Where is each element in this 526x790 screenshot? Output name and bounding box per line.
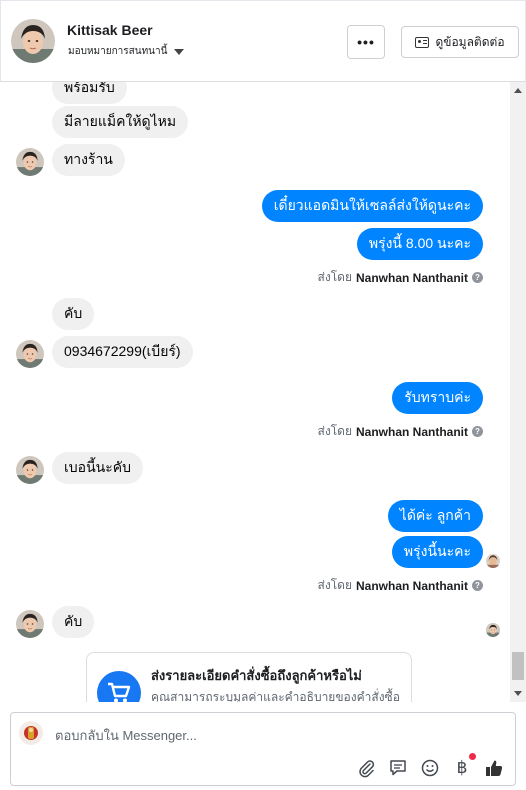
- assign-label: มอบหมายการสนทนานี้: [68, 46, 168, 57]
- reply-input[interactable]: [55, 725, 435, 745]
- message-text: คับ: [64, 613, 83, 629]
- order-card-title: ส่งรายละเอียดคำสั่งซื้อถึงลูกค้าหรือไม่: [151, 668, 362, 683]
- message-bubble-outgoing[interactable]: เดี๋ยวแอดมินให้เซลล์ส่งให้ดูนะคะ: [261, 190, 483, 222]
- sent-by-prefix: ส่งโดย: [317, 270, 352, 284]
- message-bubble-incoming[interactable]: พร้อมรับ: [52, 82, 127, 104]
- contact-avatar-small[interactable]: [16, 610, 44, 638]
- message-bubble-incoming[interactable]: 0934672299(เบียร์): [52, 336, 193, 368]
- reply-composer: ฿: [10, 712, 516, 786]
- scroll-up-icon[interactable]: [514, 88, 522, 93]
- contact-name[interactable]: Kittisak Beer: [67, 22, 153, 38]
- question-icon[interactable]: ?: [472, 272, 483, 283]
- sent-by-name: Nanwhan Nanthanit: [355, 578, 468, 593]
- message-bubble-outgoing[interactable]: พรุ่งนี้ 8.00 นะคะ: [356, 228, 483, 260]
- seen-avatar: [486, 554, 500, 568]
- message-text: พรุ่งนี้นะคะ: [403, 543, 471, 559]
- notification-dot: [469, 753, 476, 760]
- sent-by-prefix: ส่งโดย: [317, 424, 352, 438]
- message-text: เดี๋ยวแอดมินให้เซลล์ส่งให้ดูนะคะ: [273, 197, 471, 213]
- sent-by-label: ส่งโดย Nanwhan Nanthanit ?: [318, 576, 483, 595]
- payment-icon[interactable]: ฿: [451, 757, 473, 779]
- question-icon[interactable]: ?: [472, 580, 483, 591]
- caret-down-icon: [174, 48, 185, 55]
- message-bubble-incoming[interactable]: คับ: [52, 606, 95, 638]
- question-icon[interactable]: ?: [472, 426, 483, 437]
- thread-scrollbar[interactable]: [510, 82, 526, 702]
- scroll-down-icon[interactable]: [514, 691, 522, 696]
- message-text: พร้อมรับ: [64, 82, 115, 95]
- order-card-description: คุณสามารถระบุมูลค่าและคำอธิบายของคำสั่งซ…: [151, 690, 400, 702]
- message-bubble-incoming[interactable]: เบอนี้นะคับ: [52, 452, 143, 484]
- conversation-header: Kittisak Beer มอบหมายการสนทนานี้ ••• ดูข…: [0, 0, 526, 82]
- sent-by-name: Nanwhan Nanthanit: [355, 424, 468, 439]
- message-text: ทางร้าน: [64, 151, 113, 167]
- contact-avatar-small[interactable]: [16, 148, 44, 176]
- message-bubble-incoming[interactable]: ทางร้าน: [52, 144, 125, 176]
- message-text: มีลายแม็คให้ดูไหม: [64, 113, 177, 129]
- contact-card-icon: [415, 36, 430, 48]
- saved-reply-icon[interactable]: [387, 757, 409, 779]
- sent-by-label: ส่งโดย Nanwhan Nanthanit ?: [318, 422, 483, 441]
- currency-symbol: ฿: [456, 758, 468, 777]
- message-bubble-incoming[interactable]: มีลายแม็คให้ดูไหม: [52, 106, 189, 138]
- send-order-details-card[interactable]: ส่งรายละเอียดคำสั่งซื้อถึงลูกค้าหรือไม่ …: [86, 652, 412, 702]
- message-thread[interactable]: พร้อมรับ มีลายแม็คให้ดูไหม ทางร้าน เดี๋ย…: [0, 82, 510, 702]
- sent-by-prefix: ส่งโดย: [317, 578, 352, 592]
- like-icon[interactable]: [483, 757, 505, 779]
- contact-info-label: ดูข้อมูลติดต่อ: [435, 34, 505, 49]
- message-text: เบอนี้นะคับ: [64, 459, 131, 475]
- scrollbar-thumb[interactable]: [512, 652, 524, 680]
- message-bubble-outgoing[interactable]: พรุ่งนี้นะคะ: [391, 536, 483, 568]
- seen-avatar: [486, 623, 500, 637]
- sent-by-label: ส่งโดย Nanwhan Nanthanit ?: [318, 268, 483, 287]
- more-options-label: •••: [357, 34, 375, 50]
- message-text: 0934672299(เบียร์): [64, 343, 181, 359]
- page-avatar: [19, 721, 43, 745]
- message-bubble-incoming[interactable]: คับ: [52, 298, 95, 330]
- emoji-icon[interactable]: [419, 757, 441, 779]
- message-text: พรุ่งนี้ 8.00 นะคะ: [368, 235, 471, 251]
- view-contact-info-button[interactable]: ดูข้อมูลติดต่อ: [401, 26, 519, 58]
- message-bubble-outgoing[interactable]: รับทราบค่ะ: [392, 382, 483, 414]
- shopping-cart-icon: [97, 671, 141, 702]
- contact-avatar[interactable]: [11, 19, 55, 63]
- sent-by-name: Nanwhan Nanthanit: [355, 270, 468, 285]
- paperclip-icon[interactable]: [355, 757, 377, 779]
- message-bubble-outgoing[interactable]: ได้ค่ะ ลูกค้า: [387, 500, 483, 532]
- message-text: ได้ค่ะ ลูกค้า: [399, 507, 471, 523]
- message-text: คับ: [64, 305, 83, 321]
- contact-avatar-small[interactable]: [16, 340, 44, 368]
- message-text: รับทราบค่ะ: [404, 389, 471, 405]
- assign-conversation-dropdown[interactable]: มอบหมายการสนทนานี้: [68, 44, 185, 59]
- contact-avatar-small[interactable]: [16, 456, 44, 484]
- more-options-button[interactable]: •••: [347, 25, 385, 59]
